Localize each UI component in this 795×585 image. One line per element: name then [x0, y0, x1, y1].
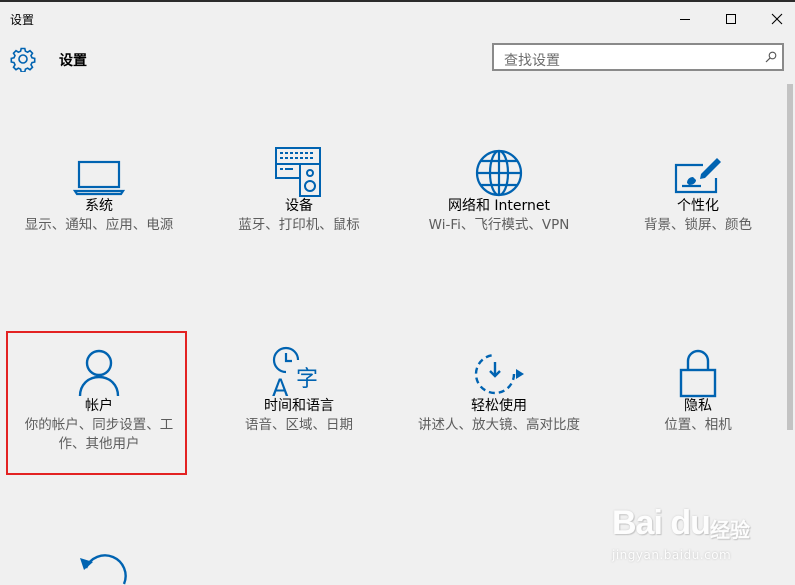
tile-label: 网络和 Internet — [447, 198, 551, 214]
title-bar[interactable]: 设置 — [0, 2, 795, 34]
tile-label: 轻松使用 — [471, 398, 527, 414]
time-language-icon: A 字 — [272, 346, 318, 398]
tile-description: 语音、区域、日期 — [245, 417, 353, 433]
tile-devices[interactable]: 设备 蓝牙、打印机、鼠标 — [204, 138, 394, 318]
gear-icon — [10, 47, 36, 72]
globe-icon — [475, 149, 523, 197]
tile-description: 蓝牙、打印机、鼠标 — [238, 217, 360, 233]
maximize-button[interactable] — [708, 4, 754, 34]
tile-label: 设备 — [285, 198, 313, 214]
tile-description: 显示、通知、应用、电源 — [24, 217, 174, 233]
settings-header: 设置 查找设置 — [0, 38, 795, 82]
watermark-label: 经验 — [710, 518, 750, 542]
paint-screen-icon — [674, 158, 721, 194]
tile-description: 背景、锁屏、颜色 — [644, 217, 752, 233]
tile-update-security[interactable] — [4, 538, 194, 585]
tile-personalization[interactable]: 个性化 背景、锁屏、颜色 — [603, 138, 793, 318]
lock-icon — [679, 349, 717, 398]
svg-text:字: 字 — [296, 367, 318, 392]
tile-description: 讲述人、放大镜、高对比度 — [418, 417, 580, 433]
close-icon — [771, 13, 783, 25]
page-title: 设置 — [59, 53, 87, 69]
tile-description: Wi-Fi、飞行模式、VPN — [428, 217, 570, 233]
update-icon — [80, 554, 127, 585]
tile-label: 个性化 — [677, 198, 719, 214]
window-title: 设置 — [10, 13, 35, 27]
highlight-box — [6, 331, 187, 475]
keyboard-speaker-icon — [275, 147, 321, 197]
tile-network[interactable]: 网络和 Internet Wi-Fi、飞行模式、VPN — [404, 138, 594, 318]
ease-of-access-icon — [474, 353, 524, 395]
tile-ease-of-access[interactable]: 轻松使用 讲述人、放大镜、高对比度 — [404, 338, 594, 518]
watermark-brand: Bai du — [612, 504, 711, 542]
search-icon[interactable] — [765, 51, 777, 63]
minimize-button[interactable] — [662, 4, 708, 34]
search-placeholder: 查找设置 — [504, 53, 560, 69]
tile-label: 时间和语言 — [264, 398, 334, 414]
tile-time-language[interactable]: A 字 时间和语言 语音、区域、日期 — [204, 338, 394, 518]
maximize-icon — [726, 14, 736, 24]
tile-description: 位置、相机 — [664, 417, 732, 433]
close-button[interactable] — [754, 4, 795, 34]
tile-label: 系统 — [85, 198, 113, 214]
tile-system[interactable]: 系统 显示、通知、应用、电源 — [4, 138, 194, 318]
tile-label: 隐私 — [684, 398, 712, 414]
search-input[interactable]: 查找设置 — [492, 43, 784, 71]
watermark-url: jingyan.baidu.com — [612, 548, 732, 562]
tile-privacy[interactable]: 隐私 位置、相机 — [603, 338, 793, 518]
minimize-icon — [680, 19, 690, 20]
baidu-jingyan-watermark: Bai du 经验 jingyan.baidu.com — [608, 500, 758, 570]
laptop-icon — [73, 160, 125, 196]
